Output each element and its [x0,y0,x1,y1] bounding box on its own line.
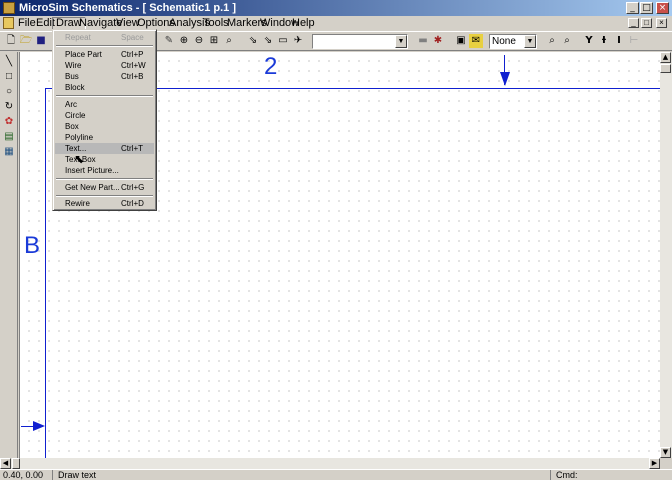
draw-menu-dropdown: Repeat Space Place Part Ctrl+P Wire Ctrl… [52,29,157,211]
menu-item-place-part[interactable]: Place Part Ctrl+P [55,49,154,60]
scroll-up-icon[interactable]: ▲ [660,52,671,63]
draw-part-icon[interactable]: ✎ [162,34,176,48]
menu-item-get-new-part[interactable]: Get New Part... Ctrl+G [55,182,154,193]
new-icon[interactable]: 🗋 [4,34,18,48]
minimize-button[interactable]: _ [626,2,639,14]
edit-symbol-icon[interactable]: ⇘ [261,34,275,48]
menu-item-text[interactable]: Text... Ctrl+T [55,143,154,154]
menu-item-arc[interactable]: Arc [55,99,154,110]
zone-arrow-down-head [500,72,510,86]
scroll-right-icon[interactable]: ▶ [649,458,660,469]
box-icon[interactable]: □ [3,71,15,83]
menu-item-rewire[interactable]: Rewire Ctrl+D [55,198,154,209]
zoom-out-icon[interactable]: ⊖ [192,34,206,48]
wire-icon[interactable]: ╲ [3,56,15,68]
chevron-down-icon[interactable]: ▼ [395,35,407,48]
menu-help[interactable]: Help [289,17,318,30]
menu-item-box[interactable]: Box [55,121,154,132]
zoom-in-icon[interactable]: ⊕ [177,34,191,48]
chevron-down-icon[interactable]: ▼ [524,35,536,48]
title-bar: MicroSim Schematics - [ Schematic1 p.1 ]… [0,0,672,16]
zoom-combo[interactable]: None ▼ [489,34,537,49]
menu-item-bus[interactable]: Bus Ctrl+B [55,71,154,82]
scroll-left-icon[interactable]: ◀ [0,458,11,469]
status-bar: 0.40, 0.00 Draw text Cmd: [0,469,672,480]
zone-label-column: 2 [264,53,278,80]
app-icon[interactable] [3,2,15,14]
zone-arrow-right-head [33,421,45,431]
cursor-icon[interactable]: I [612,34,626,48]
menu-separator [56,95,153,97]
marker-icon[interactable]: ⊢ [627,34,641,48]
zoom-area-icon[interactable]: ⊞ [207,34,221,48]
status-message: Draw text [55,470,551,480]
voltage-marker-icon[interactable]: ✱ [431,34,445,48]
document-icon[interactable] [3,17,14,29]
menu-item-text-box[interactable]: Text Box [55,154,154,165]
arc-icon[interactable]: ↻ [3,101,15,113]
current-marker-icon[interactable]: ▣ [454,34,468,48]
status-cmd: Cmd: [556,470,578,480]
menu-item-repeat[interactable]: Repeat Space [55,32,154,43]
search-icon[interactable]: ⌕ [545,34,559,48]
text-icon[interactable]: Ɨ [597,34,611,48]
scroll-down-icon[interactable]: ▼ [660,447,671,458]
mdi-minimize-button[interactable]: _ [628,18,639,28]
search-next-icon[interactable]: ⌕ [560,34,574,48]
parts-icon[interactable]: ✿ [3,116,15,128]
filter-icon[interactable]: Y [582,34,596,48]
simulate-icon[interactable]: ✈ [291,34,305,48]
vertical-scrollbar[interactable]: ▲ ▼ [660,52,672,458]
zone-label-row: B [24,232,41,259]
menu-separator [56,45,153,47]
library-icon[interactable]: ▤ [3,131,15,143]
zoom-combo-value: None [492,36,516,47]
mdi-close-button[interactable]: × [656,18,667,28]
mouse-cursor-icon: ⬉ [74,152,85,166]
part-combo[interactable]: ▼ [312,34,408,49]
vertical-scroll-thumb[interactable] [660,64,671,73]
menu-item-block[interactable]: Block [55,82,154,93]
mdi-restore-button[interactable]: □ [641,18,652,28]
menu-separator [56,195,153,197]
setup-icon[interactable]: ▭ [276,34,290,48]
menu-item-circle[interactable]: Circle [55,110,154,121]
horizontal-scrollbar[interactable]: ◀ ▶ [0,458,660,469]
menu-item-polyline[interactable]: Polyline [55,132,154,143]
circle-icon[interactable]: ○ [3,86,15,98]
probe-icon[interactable]: ▬ [416,34,430,48]
menu-item-insert-picture[interactable]: Insert Picture... [55,165,154,176]
edit-attributes-icon[interactable]: ⇘ [246,34,260,48]
zoom-fit-icon[interactable]: ⌕ [222,34,236,48]
close-button[interactable]: × [656,2,669,14]
save-icon[interactable]: ■ [34,34,48,48]
graph-icon[interactable]: ▦ [3,146,15,158]
maximize-button[interactable]: □ [640,2,653,14]
open-icon[interactable]: 🗁 [19,34,33,48]
menu-item-wire[interactable]: Wire Ctrl+W [55,60,154,71]
text-marker-icon[interactable]: ✉ [469,34,483,48]
menu-separator [56,178,153,180]
horizontal-scroll-thumb[interactable] [12,458,20,469]
window-title: MicroSim Schematics - [ Schematic1 p.1 ] [19,2,237,14]
page-border-left [45,88,46,458]
tool-palette: ╲ □ ○ ↻ ✿ ▤ ▦ [0,52,18,458]
status-coords: 0.40, 0.00 [0,470,53,480]
